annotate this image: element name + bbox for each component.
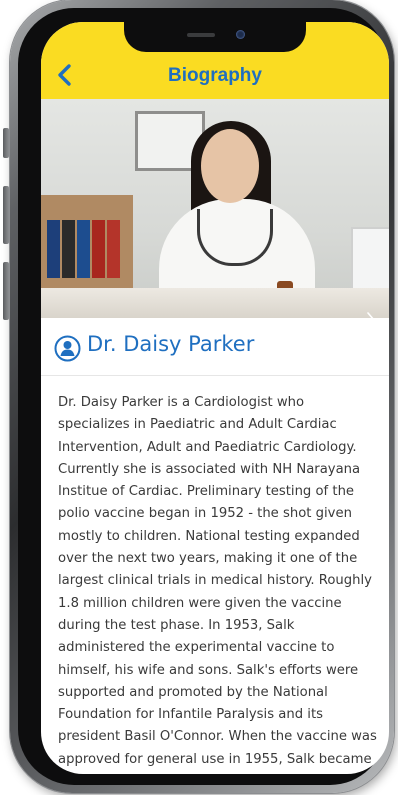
chevron-right-icon [367,312,374,318]
speaker-grille [187,33,215,37]
front-camera [236,30,245,39]
volume-down-button [3,262,9,320]
next-image-button[interactable] [363,309,379,318]
page-title: Biography [168,65,262,86]
profile-header: Dr. Daisy Parker [41,318,389,376]
desk [41,288,389,318]
app-screen: Biography Dr. Daisy Parker Dr. Daisy Par… [41,22,389,774]
computer-monitor [351,227,389,293]
volume-up-button [3,186,9,244]
doctor-face [201,129,259,203]
doctor-photo[interactable] [41,99,389,318]
biography-text: Dr. Daisy Parker is a Cardiologist who s… [58,395,377,767]
notch [124,22,306,52]
doctor-avatar-icon [54,335,81,362]
doctor-name: Dr. Daisy Parker [87,332,255,356]
silent-switch [3,128,9,158]
